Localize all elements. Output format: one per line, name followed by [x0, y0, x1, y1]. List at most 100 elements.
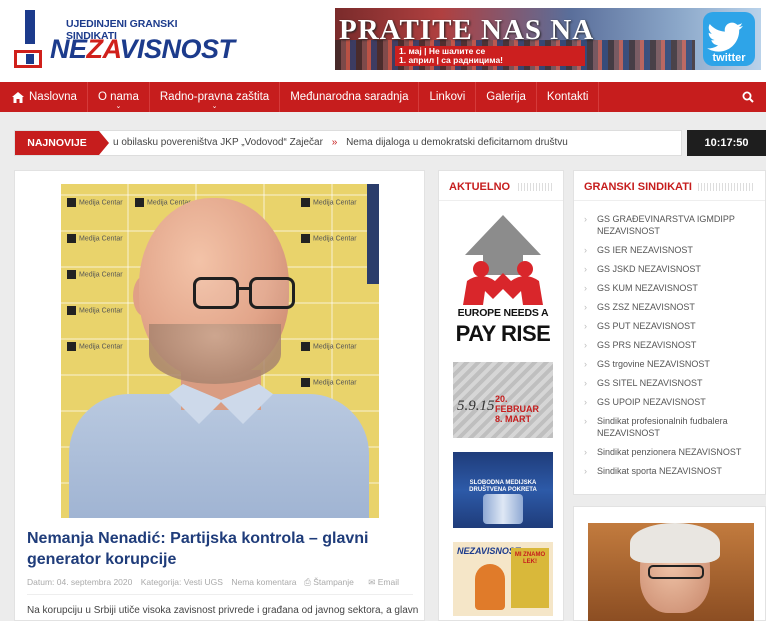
union-link[interactable]: › GS trgovine NEZAVISNOST: [584, 358, 760, 370]
ticker-text: u obilasku povereništva JKP „Vodovod“ Za…: [113, 137, 568, 148]
poster-dates: 20. FEBRUAR 8. MART: [495, 394, 539, 424]
photo-backdrop-label: Medija Centar: [67, 306, 123, 315]
chevron-right-icon: ›: [584, 397, 587, 407]
europe-pay-rise-poster[interactable]: EUROPE NEEDS A PAY RISE: [453, 215, 553, 347]
chevron-down-icon: ⌄: [211, 103, 218, 110]
chevron-right-icon: ›: [584, 214, 587, 224]
site-logo[interactable]: UJEDINJENI GRANSKI SINDIKATI NEZAVISNOST: [10, 8, 235, 74]
twitter-label: twitter: [712, 52, 746, 64]
poster-text: MI ZNAMO LEK!: [514, 552, 546, 565]
search-icon[interactable]: [742, 91, 754, 103]
email-button[interactable]: ✉ Email: [368, 577, 405, 587]
event-poster[interactable]: 5.9.15 20. FEBRUAR 8. MART: [453, 362, 553, 438]
print-button[interactable]: ⎙ Štampanje: [304, 577, 360, 587]
portrait-widget: [573, 506, 766, 621]
exclamation-logo-icon: [14, 10, 42, 68]
article-date: Datum: 04. septembra 2020: [27, 577, 133, 587]
union-link[interactable]: › GS GRAĐEVINARSTVA IGMDIPP NEZAVISNOST: [584, 213, 760, 237]
article-actions: ⎙ Štampanje ✉ Email: [304, 577, 411, 588]
aktuelno-widget: AKTUELNO EUROPE NEEDS A PAY RISE 5.9.15 …: [438, 170, 564, 621]
media-poster[interactable]: SLOBODNA MEDIJSKA DRUŠTVENA POKRETA: [453, 452, 553, 528]
chevron-down-icon: ⌄: [115, 103, 122, 110]
nav-item-label: Galerija: [486, 91, 526, 103]
photo-backdrop-label: Medija Centar: [67, 234, 123, 243]
ticker-separator: »: [331, 137, 338, 148]
union-link[interactable]: › GS IER NEZAVISNOST: [584, 244, 760, 256]
union-list: › GS GRAĐEVINARSTVA IGMDIPP NEZAVISNOST ›…: [584, 213, 760, 484]
campaign-poster[interactable]: NEZAVISNOST MI ZNAMO LEK!: [453, 542, 553, 616]
union-link[interactable]: › GS PUT NEZAVISNOST: [584, 320, 760, 332]
article-photo[interactable]: Medija Centar Medija Centar Medija Centa…: [61, 184, 379, 518]
featured-article: Medija Centar Medija Centar Medija Centa…: [14, 170, 425, 621]
chevron-right-icon: ›: [584, 245, 587, 255]
union-link[interactable]: › Sindikat sporta NEZAVISNOST: [584, 465, 760, 477]
union-link[interactable]: › GS UPOIP NEZAVISNOST: [584, 396, 760, 408]
portrait-photo[interactable]: [588, 523, 754, 621]
ticker-label: NAJNOVIJE: [15, 131, 109, 155]
article-comments[interactable]: Nema komentara: [231, 577, 296, 587]
divider: [27, 594, 413, 595]
union-link[interactable]: › GS ZSZ NEZAVISNOST: [584, 301, 760, 313]
person-glasses: [648, 565, 704, 579]
nav-item-kontakti[interactable]: Kontakti: [537, 82, 600, 112]
ticker-link[interactable]: Nema dijaloga u demokratski deficitarnom…: [346, 137, 568, 148]
photo-backdrop-label: Medija Centar: [67, 342, 123, 351]
widget-title: AKTUELNO: [449, 181, 517, 193]
chevron-right-icon: ›: [584, 466, 587, 476]
banner-strip: 1. мај | Не шалите се 1. април | са радн…: [395, 46, 585, 66]
nav-item-radno-pravna-zastita[interactable]: Radno-pravna zaštita ⌄: [150, 82, 281, 112]
person-beard: [149, 324, 281, 384]
union-link[interactable]: › GS JSKD NEZAVISNOST: [584, 263, 760, 275]
person-glasses: [193, 277, 295, 311]
photo-backdrop-label: Medija Centar: [67, 270, 123, 279]
chevron-right-icon: ›: [584, 264, 587, 274]
nav-item-label: Linkovi: [429, 91, 466, 103]
chevron-right-icon: ›: [584, 378, 587, 388]
nav-item-o-nama[interactable]: O nama ⌄: [88, 82, 150, 112]
shirt-collar: [169, 384, 273, 424]
clock: 10:17:50: [687, 130, 766, 156]
widget-title: GRANSKI SINDIKATI: [584, 181, 698, 193]
person-hair: [630, 523, 720, 563]
photo-backdrop-label: Medija Centar: [301, 378, 357, 387]
banner-text: PRATITE NAS NA: [339, 14, 595, 46]
chevron-right-icon: ›: [584, 283, 587, 293]
ticker-link[interactable]: u obilasku povereništva JKP „Vodovod“ Za…: [113, 137, 323, 148]
chevron-right-icon: ›: [584, 359, 587, 369]
widget-title-bar: AKTUELNO: [439, 171, 563, 201]
poster-text: PAY RISE: [455, 321, 551, 346]
chevron-right-icon: ›: [584, 340, 587, 350]
nav-item-label: Kontakti: [546, 91, 589, 103]
photo-backdrop-label: Medija Centar: [67, 198, 123, 207]
nav-item-label: Međunarodna saradnja: [290, 91, 409, 103]
union-link[interactable]: › Sindikat penzionera NEZAVISNOST: [584, 446, 760, 458]
nav-item-linkovi[interactable]: Linkovi: [419, 82, 477, 112]
union-link[interactable]: › GS PRS NEZAVISNOST: [584, 339, 760, 351]
nav-item-naslovna[interactable]: Naslovna: [0, 82, 88, 112]
union-link[interactable]: › Sindikat profesionalnih fudbalera NEZAV…: [584, 415, 760, 439]
news-ticker: NAJNOVIJE u obilasku povereništva JKP „V…: [14, 130, 682, 156]
nav-item-galerija[interactable]: Galerija: [476, 82, 537, 112]
poster-date: 5.9.15: [457, 398, 495, 414]
site-header: UJEDINJENI GRANSKI SINDIKATI NEZAVISNOST…: [0, 0, 766, 82]
logo-wordmark: NEZAVISNOST: [50, 34, 235, 64]
photo-backdrop-label: Medija Centar: [301, 198, 357, 207]
follow-us-banner[interactable]: PRATITE NAS NA 1. мај | Не шалите се 1. …: [335, 8, 761, 70]
home-icon: [12, 91, 24, 103]
union-link[interactable]: › GS KUM NEZAVISNOST: [584, 282, 760, 294]
granski-sindikati-widget: GRANSKI SINDIKATI › GS GRAĐEVINARSTVA IGM…: [573, 170, 766, 495]
pay-rise-arrow-icon: [463, 215, 543, 305]
chevron-right-icon: ›: [584, 447, 587, 457]
article-title[interactable]: Nemanja Nenadić: Partijska kontrola – gl…: [27, 528, 417, 570]
chevron-right-icon: ›: [584, 416, 587, 426]
photo-backdrop-label: Medija Centar: [301, 342, 357, 351]
poster-graphic: [483, 494, 523, 524]
poster-text: SLOBODNA MEDIJSKA DRUŠTVENA POKRETA: [469, 480, 537, 493]
main-nav: Naslovna O nama ⌄ Radno-pravna zaštita ⌄…: [0, 82, 766, 112]
article-excerpt: Na korupciju u Srbiji utiče visoka zavis…: [27, 605, 419, 616]
widget-title-bar: GRANSKI SINDIKATI: [574, 171, 765, 201]
photo-screen: [367, 184, 379, 284]
article-category[interactable]: Kategorija: Vesti UGS: [141, 577, 223, 587]
nav-item-medjunarodna-saradnja[interactable]: Međunarodna saradnja: [280, 82, 420, 112]
union-link[interactable]: › GS SITEL NEZAVISNOST: [584, 377, 760, 389]
